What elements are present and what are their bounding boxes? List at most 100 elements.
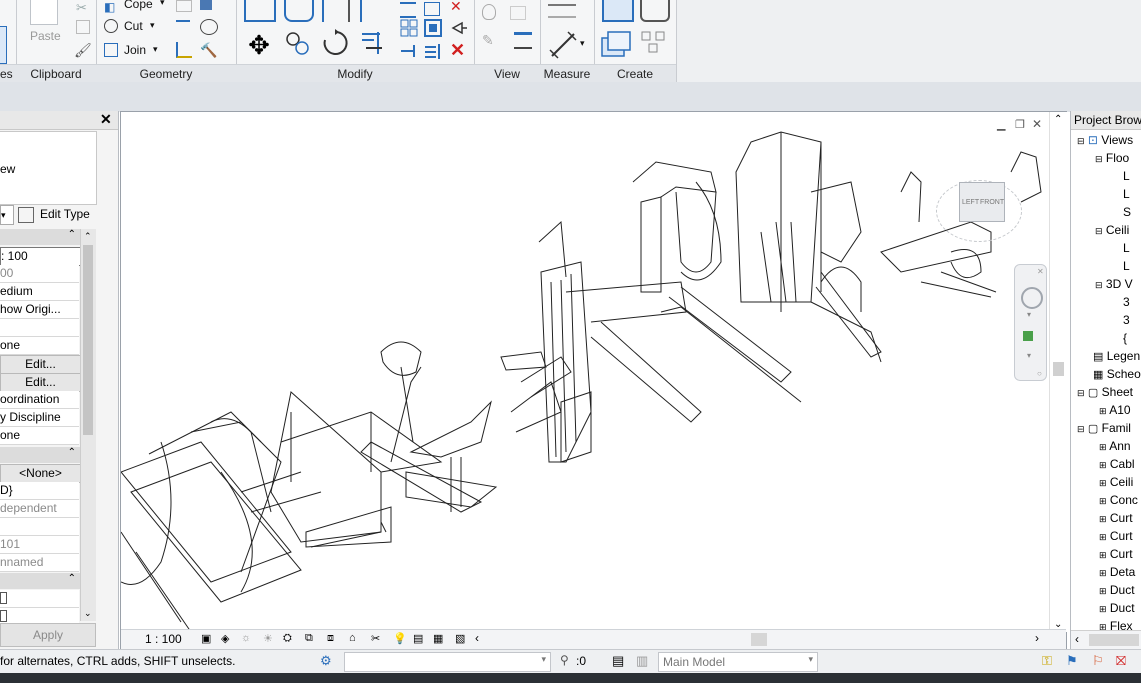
visibility-field[interactable] — [0, 319, 79, 337]
discipline-field[interactable]: oordination — [0, 391, 79, 409]
tree-family-item[interactable]: ⊞ Ann — [1099, 439, 1131, 453]
tree-family-item[interactable]: ⊞ Conc — [1099, 493, 1138, 507]
split-gap-icon[interactable] — [424, 2, 440, 16]
view-close-icon[interactable]: ✕ — [1032, 117, 1042, 131]
tree-views[interactable]: ⊟ ⊡ Views — [1077, 133, 1133, 147]
rotate-icon[interactable] — [320, 28, 350, 58]
select-pinned-icon[interactable]: ⚐ — [1092, 653, 1104, 669]
linework-icon[interactable]: ✎ — [482, 32, 500, 50]
move-icon[interactable]: ✥ — [244, 30, 274, 60]
view-template-button[interactable]: <None> — [0, 464, 81, 483]
crop-view-checkbox[interactable] — [0, 592, 7, 604]
zoom-region-icon[interactable] — [1023, 331, 1033, 341]
tree-item[interactable]: L — [1123, 259, 1130, 273]
visibility-graphics-edit-button[interactable]: Edit... — [0, 355, 81, 374]
steering-wheel-icon[interactable] — [1021, 287, 1043, 309]
scale-icon[interactable] — [424, 19, 442, 37]
parts-visibility-field[interactable]: how Origi... — [0, 301, 79, 319]
detail-level-field[interactable]: edium — [0, 283, 79, 301]
view-scale-field[interactable]: : 100 — [0, 247, 81, 266]
viewcube[interactable]: LEFT FRONT — [959, 182, 1005, 222]
cut-clipboard-icon[interactable]: ✂ — [76, 0, 94, 18]
view-scale-label[interactable]: 1 : 100 — [145, 632, 182, 646]
create-similar-icon[interactable] — [640, 30, 668, 56]
pin-icon[interactable] — [450, 19, 468, 37]
select-by-face-icon[interactable]: ⛝ — [1116, 653, 1126, 669]
tree-family-item[interactable]: ⊞ Curt — [1099, 511, 1133, 525]
editable-only-icon[interactable]: ⚲ — [560, 653, 569, 667]
design-option-dropdown[interactable]: Main Model ▾ — [658, 652, 818, 672]
beam-join-icon[interactable] — [176, 42, 192, 58]
viewport-vertical-scrollbar[interactable]: ⌃ ⌄ — [1049, 112, 1067, 632]
align-icon[interactable] — [244, 0, 276, 22]
cut-geometry-button[interactable]: Cut — [124, 19, 143, 33]
select-links-icon[interactable]: ⚿ — [1042, 653, 1052, 669]
tree-ceiling-plans[interactable]: ⊟ Ceili — [1095, 223, 1129, 237]
properties-scrollbar[interactable]: ⌃ ⌄ — [80, 229, 96, 621]
edit-type-button[interactable]: Edit Type — [40, 207, 90, 221]
tree-item[interactable]: 3 — [1123, 295, 1130, 309]
tree-family-item[interactable]: ⊞ Curt — [1099, 547, 1133, 561]
tree-item[interactable]: { — [1123, 331, 1127, 345]
join-dropdown[interactable]: ▾ — [153, 44, 158, 55]
array-icon[interactable] — [400, 19, 418, 37]
highlight-displacement-icon[interactable]: ▧ — [455, 632, 465, 645]
cope-dropdown[interactable]: ▾ — [160, 0, 165, 8]
vertical-scroll-thumb[interactable] — [1053, 362, 1064, 376]
demolish-icon[interactable] — [176, 20, 190, 34]
view-minimize-icon[interactable]: ▁ — [997, 118, 1005, 131]
tree-floor-plans[interactable]: ⊟ Floo — [1095, 151, 1129, 165]
delete-icon[interactable]: ✕ — [450, 40, 468, 60]
3d-viewport[interactable]: ▁ ❐ ✕ LEFT FRONT ✕ ▾ ▾ ○ ⌃ ⌄ 1 : 100 ▣ ◈… — [120, 111, 1067, 649]
analytical-model-icon[interactable]: ▦ — [433, 632, 443, 645]
workset-dropdown[interactable]: ▾ — [344, 652, 551, 672]
tree-item[interactable]: L — [1123, 187, 1130, 201]
crop-visible-checkbox[interactable] — [0, 610, 7, 622]
trim-icon[interactable] — [400, 42, 418, 60]
zoom-dropdown[interactable]: ▾ — [1027, 351, 1031, 360]
tree-item[interactable]: 3 — [1123, 313, 1130, 327]
horizontal-scroll-thumb[interactable] — [751, 633, 767, 646]
tree-family-item[interactable]: ⊞ Curt — [1099, 529, 1133, 543]
graphic-display-edit-button[interactable]: Edit... — [0, 373, 81, 392]
mirror-axis-icon[interactable] — [322, 0, 350, 22]
apply-button[interactable]: Apply — [0, 623, 96, 647]
show-crop-icon[interactable]: ⧈ — [327, 632, 334, 645]
view-filter-icon[interactable] — [514, 32, 532, 49]
join-button[interactable]: Join — [124, 43, 146, 57]
tree-item[interactable]: L — [1123, 169, 1130, 183]
select-underlay-icon[interactable]: ⚑ — [1066, 653, 1078, 669]
unpin-icon[interactable]: ✕ — [450, 0, 468, 16]
split-icon[interactable] — [400, 2, 416, 18]
browser-tree[interactable]: ⊟ ⊡ Views ⊟ Floo L L S ⊟ Ceili L L ⊟ 3D … — [1071, 131, 1141, 637]
tree-family-item[interactable]: ⊞ Ceili — [1099, 475, 1133, 489]
measure-between-icon[interactable] — [548, 4, 576, 18]
instance-filter-dropdown[interactable]: ▾ — [0, 205, 14, 225]
crop-view-icon[interactable]: ⧉ — [305, 632, 313, 645]
match-properties-icon[interactable]: 🖌 — [74, 42, 92, 60]
render-icon[interactable]: ⛭ — [283, 632, 292, 645]
tree-legends[interactable]: ▤ Legen — [1093, 349, 1140, 363]
override-graphics-icon[interactable] — [510, 6, 526, 20]
paint-icon[interactable] — [200, 19, 218, 35]
tree-family-item[interactable]: ⊞ Deta — [1099, 565, 1135, 579]
paste-button[interactable]: Paste — [30, 29, 61, 43]
scroll-right-icon[interactable]: › — [1035, 631, 1039, 645]
trim-extend-icon[interactable] — [360, 28, 388, 56]
reveal-hidden-icon[interactable]: 💡 — [393, 632, 407, 645]
worksets-icon[interactable]: ⚙ — [320, 653, 332, 669]
detail-level-icon[interactable]: ▣ — [201, 632, 211, 645]
tree-family-item[interactable]: ⊞ Duct — [1099, 601, 1135, 615]
title-on-sheet-field[interactable] — [0, 518, 79, 536]
cut-dropdown[interactable]: ▾ — [150, 20, 155, 31]
design-options-icon[interactable]: ▤ — [612, 653, 624, 669]
aligned-dimension-icon[interactable] — [548, 30, 578, 60]
view-name-field[interactable]: D} — [0, 482, 79, 500]
browser-scroll-thumb[interactable] — [1089, 634, 1139, 646]
crop-view-field[interactable] — [0, 590, 79, 608]
lock-3d-icon[interactable]: ⌂ — [349, 632, 356, 644]
split-face-icon[interactable] — [200, 0, 212, 10]
tree-item[interactable]: S — [1123, 205, 1131, 219]
visual-style-icon[interactable]: ◈ — [221, 632, 229, 645]
show-hidden-lines-field[interactable]: y Discipline — [0, 409, 79, 427]
